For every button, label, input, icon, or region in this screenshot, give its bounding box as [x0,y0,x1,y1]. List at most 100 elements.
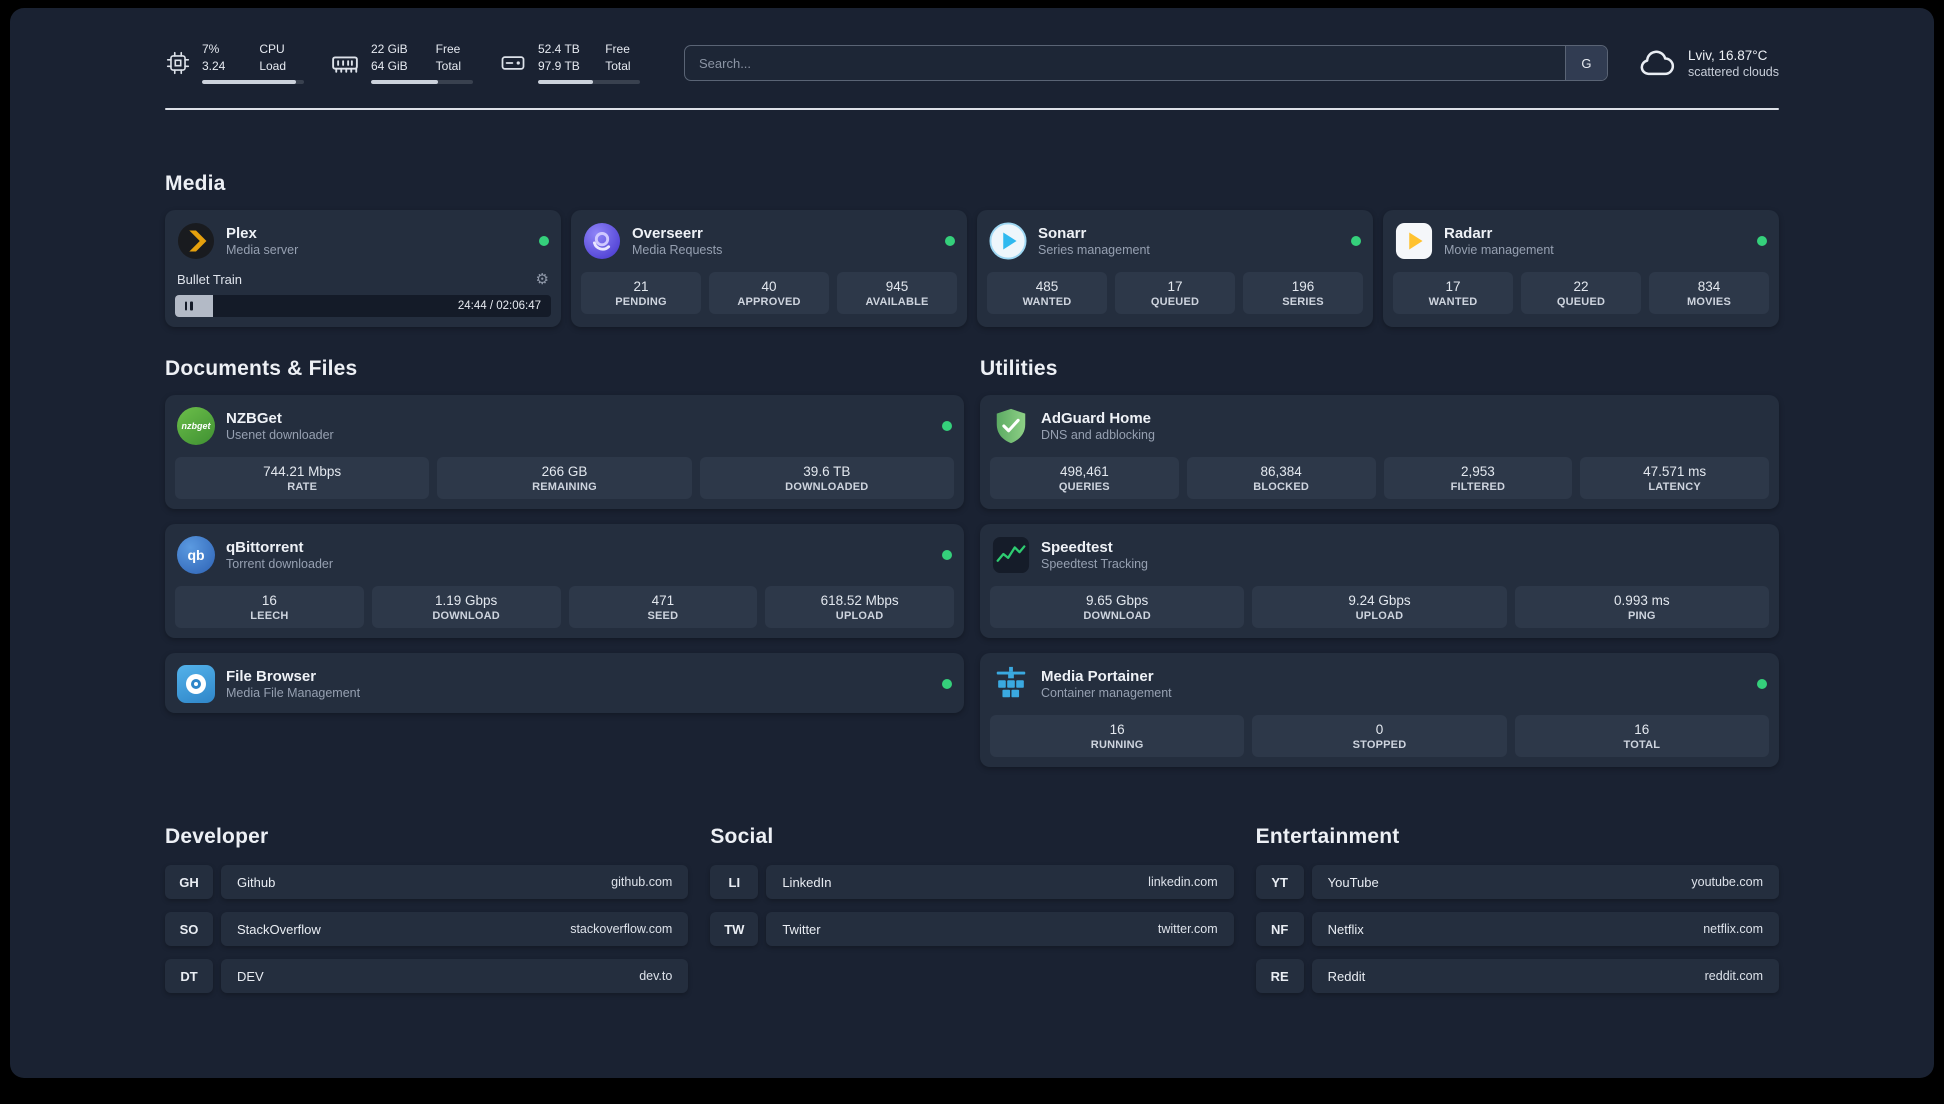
header-divider [165,108,1779,111]
app-card-qbittorrent[interactable]: qb qBittorrent Torrent downloader 16 LEE… [165,524,964,639]
stat-tile-stopped: 0 STOPPED [1252,715,1507,758]
reddit-icon: RE [1255,959,1304,994]
pause-icon[interactable] [183,301,194,311]
qbittorrent-icon: qb [177,536,215,575]
stat-tile-download: 9.65 Gbps DOWNLOAD [990,586,1245,629]
status-dot [942,550,952,561]
stat-tile-upload: 618.52 Mbps UPLOAD [765,586,954,629]
bookmark-url: stackoverflow.com [570,922,673,937]
section-media: Media Plex Media server Bullet Train ⚙ 2… [165,172,1779,328]
youtube-icon: YT [1255,865,1304,900]
cpu-percent: 7% [202,42,220,56]
stat-tile-download: 1.19 Gbps DOWNLOAD [371,586,561,629]
app-card-portainer[interactable]: Media Portainer Container management 16 … [980,653,1779,768]
stat-tile-upload: 9.24 Gbps UPLOAD [1252,586,1507,629]
bookmark-url: reddit.com [1704,969,1763,984]
bookmark-name: Twitter [782,921,821,937]
stat-tile-series: 196 SERIES [1243,272,1363,315]
status-dot [1757,679,1767,690]
section-title-media: Media [165,172,226,196]
disk-label-bottom: Total [605,58,631,73]
nzbget-icon: nzbget [177,407,215,446]
bookmark-reddit[interactable]: RE Reddit reddit.com [1255,959,1779,994]
playback-time: 24:44 / 02:06:47 [457,300,541,313]
stat-tile-wanted: 485 WANTED [987,272,1107,315]
app-title: Sonarr [1038,225,1087,243]
app-title: File Browser [226,668,317,686]
ram-label-top: Free [435,42,461,56]
overseerr-icon [583,222,621,260]
bookmark-name: LinkedIn [782,874,832,890]
status-dot [1351,236,1361,247]
stat-tile-latency: 47.571 ms LATENCY [1580,457,1769,500]
dev-icon: DT [165,959,213,994]
radarr-icon [1395,222,1433,260]
ram-label-bottom: Total [435,58,462,73]
bookmark-linkedin[interactable]: LI LinkedIn linkedin.com [710,865,1234,900]
bookmark-netflix[interactable]: NF Netflix netflix.com [1255,912,1779,947]
search-bar: G [684,45,1608,82]
status-dot [942,421,952,432]
stat-tile-blocked: 86,384 BLOCKED [1186,457,1376,500]
stat-tile-remaining: 266 GB REMAINING [437,457,692,500]
bookmark-name: YouTube [1327,874,1379,890]
cpu-label-bottom: Load [259,58,287,73]
app-card-radarr[interactable]: Radarr Movie management 17 WANTED 22 QUE… [1383,210,1779,328]
cloud-icon [1640,50,1674,76]
app-card-overseerr[interactable]: Overseerr Media Requests 21 PENDING 40 A… [571,210,967,328]
app-card-plex[interactable]: Plex Media server Bullet Train ⚙ 24:44 /… [165,210,561,328]
app-subtitle: Movie management [1444,243,1554,258]
bookmark-youtube[interactable]: YT YouTube youtube.com [1255,865,1779,900]
app-title: qBittorrent [226,539,304,557]
filebrowser-icon [177,665,215,704]
section-social: Social LI LinkedIn linkedin.com TW Twitt… [710,825,1234,1006]
app-title: Overseerr [632,225,703,243]
search-input[interactable] [685,46,1565,81]
stat-tile-filtered: 2,953 FILTERED [1383,457,1573,500]
search-engine-button[interactable]: G [1564,46,1607,81]
sonarr-icon [989,222,1027,260]
status-dot [1757,236,1767,247]
playback-progress-bar[interactable]: 24:44 / 02:06:47 [175,295,551,318]
settings-gear-icon[interactable]: ⚙ [536,272,549,287]
section-title-utilities: Utilities [980,357,1058,381]
bookmark-twitter[interactable]: TW Twitter twitter.com [710,912,1234,947]
bookmark-dev[interactable]: DT DEV dev.to [165,959,689,994]
bookmark-url: linkedin.com [1148,875,1218,890]
bookmark-url: github.com [611,875,673,890]
section-utilities: Utilities AdGuard Home DNS and adblockin… [980,357,1779,768]
section-title-documents: Documents & Files [165,357,358,381]
app-card-sonarr[interactable]: Sonarr Series management 485 WANTED 17 Q… [977,210,1373,328]
cpu-metric: 7% CPU 3.24 Load [165,42,304,85]
now-playing-title: Bullet Train [177,272,243,288]
section-documents: Documents & Files nzbget NZBGet Usenet d… [165,357,964,767]
weather-widget[interactable]: Lviv, 16.87°C scattered clouds [1636,43,1779,83]
cpu-label-top: CPU [259,42,285,56]
app-title: NZBGet [226,410,282,428]
app-subtitle: Torrent downloader [226,557,334,572]
app-subtitle: Container management [1041,686,1172,701]
stat-tile-queued: 22 QUEUED [1521,272,1641,315]
app-title: Radarr [1444,225,1493,243]
app-title: Speedtest [1041,539,1113,557]
stat-tile-running: 16 RUNNING [990,715,1245,758]
bookmark-name: Reddit [1327,968,1366,984]
adguard-icon [992,407,1030,445]
app-card-filebrowser[interactable]: File Browser Media File Management [165,653,964,714]
bookmark-github[interactable]: GH Github github.com [165,865,689,900]
status-dot [539,236,549,247]
plex-icon [177,222,215,260]
app-card-nzbget[interactable]: nzbget NZBGet Usenet downloader 744.21 M… [165,395,964,510]
bookmark-stackoverflow[interactable]: SO StackOverflow stackoverflow.com [165,912,689,947]
weather-condition: scattered clouds [1687,64,1779,79]
section-developer: Developer GH Github github.com SO StackO… [165,825,689,1006]
cpu-usage-bar [202,80,304,85]
app-subtitle: Media Requests [632,243,723,258]
netflix-icon: NF [1255,912,1304,947]
app-card-adguard[interactable]: AdGuard Home DNS and adblocking 498,461 … [980,395,1779,510]
stat-tile-pending: 21 PENDING [581,272,701,315]
app-card-speedtest[interactable]: Speedtest Speedtest Tracking 9.65 Gbps D… [980,524,1779,639]
dashboard-panel: 7% CPU 3.24 Load 22 GiB Free 64 GiB Tota… [10,8,1934,1078]
section-title-developer: Developer [165,825,269,849]
disk-metric: 52.4 TB Free 97.9 TB Total [499,42,640,85]
